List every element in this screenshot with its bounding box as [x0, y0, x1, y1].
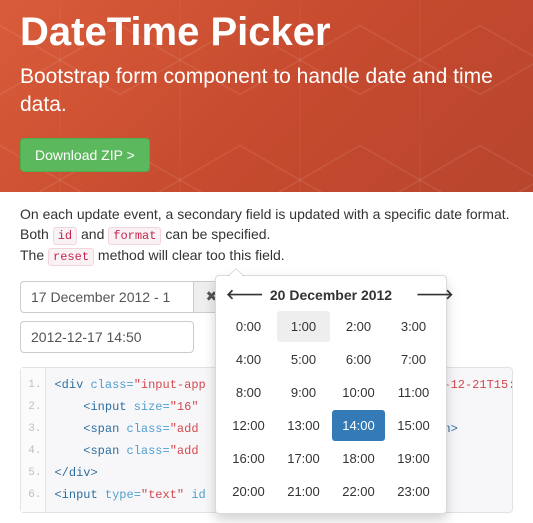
- hour-cell[interactable]: 5:00: [277, 344, 330, 375]
- desc-part: and: [81, 226, 108, 242]
- hour-cell[interactable]: 23:00: [387, 476, 440, 507]
- code-size-value: "16": [170, 400, 199, 414]
- hour-cell[interactable]: 17:00: [277, 443, 330, 474]
- hour-cell[interactable]: 19:00: [387, 443, 440, 474]
- line-number: 3.: [25, 418, 41, 440]
- datetime-picker-popup: 🡐 20 December 2012 🡒 0:001:002:003:00 4:0…: [215, 275, 447, 514]
- hour-cell[interactable]: 16:00: [222, 443, 275, 474]
- code-format: format: [108, 227, 161, 245]
- hour-cell[interactable]: 13:00: [277, 410, 330, 441]
- code-gutter: 1. 2. 3. 4. 5. 6.: [21, 368, 46, 512]
- line-number: 1.: [25, 374, 41, 396]
- code-id: id: [53, 227, 77, 245]
- hour-grid: 0:001:002:003:00 4:005:006:007:00 8:009:00…: [222, 311, 440, 507]
- line-number: 6.: [25, 484, 41, 506]
- hour-cell[interactable]: 8:00: [222, 377, 275, 408]
- hour-cell[interactable]: 10:00: [332, 377, 385, 408]
- hour-cell[interactable]: 1:00: [277, 311, 330, 342]
- picker-header: 🡐 20 December 2012 🡒: [222, 282, 440, 311]
- datetime-mirror-input[interactable]: [20, 321, 194, 353]
- hour-cell[interactable]: 0:00: [222, 311, 275, 342]
- download-zip-button[interactable]: Download ZIP >: [20, 138, 150, 172]
- datetime-main-input[interactable]: [20, 281, 194, 313]
- line-number: 4.: [25, 440, 41, 462]
- code-reset: reset: [48, 248, 94, 266]
- hour-cell[interactable]: 9:00: [277, 377, 330, 408]
- hour-cell[interactable]: 15:00: [387, 410, 440, 441]
- hour-cell[interactable]: 7:00: [387, 344, 440, 375]
- line-number: 5.: [25, 462, 41, 484]
- hour-cell[interactable]: 2:00: [332, 311, 385, 342]
- hour-cell[interactable]: 21:00: [277, 476, 330, 507]
- picker-title[interactable]: 20 December 2012: [270, 287, 392, 303]
- hour-cell[interactable]: 11:00: [387, 377, 440, 408]
- hour-cell[interactable]: 6:00: [332, 344, 385, 375]
- hour-cell[interactable]: 4:00: [222, 344, 275, 375]
- prev-button[interactable]: 🡐: [226, 286, 246, 303]
- description-text: On each update event, a secondary field …: [20, 204, 513, 267]
- hour-cell[interactable]: 12:00: [222, 410, 275, 441]
- next-button[interactable]: 🡒: [416, 286, 436, 303]
- hour-cell[interactable]: 18:00: [332, 443, 385, 474]
- desc-part: method will clear too this field.: [98, 247, 285, 263]
- hour-cell[interactable]: 14:00: [332, 410, 385, 441]
- desc-part: The: [20, 247, 48, 263]
- popup-arrow: [228, 269, 244, 277]
- page-title: DateTime Picker: [20, 10, 513, 55]
- desc-part: can be specified.: [165, 226, 270, 242]
- line-number: 2.: [25, 396, 41, 418]
- page-subtitle: Bootstrap form component to handle date …: [20, 63, 513, 120]
- arrow-right-icon: 🡒: [416, 286, 454, 302]
- hero-banner: DateTime Picker Bootstrap form component…: [0, 0, 533, 192]
- hour-cell[interactable]: 22:00: [332, 476, 385, 507]
- arrow-left-icon: 🡐: [226, 286, 264, 302]
- hour-cell[interactable]: 20:00: [222, 476, 275, 507]
- hour-cell[interactable]: 3:00: [387, 311, 440, 342]
